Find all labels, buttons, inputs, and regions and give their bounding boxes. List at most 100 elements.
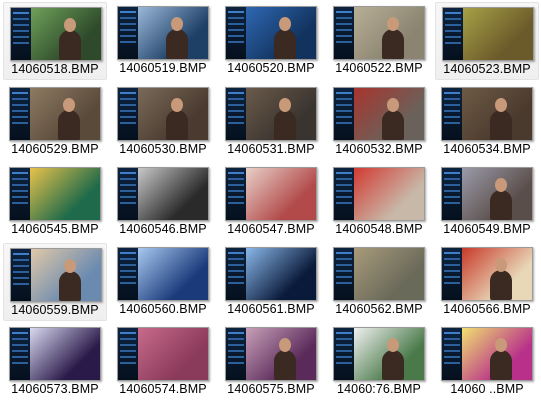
file-name[interactable]: 14060561.BMP	[219, 302, 323, 316]
file-thumbnail[interactable]	[9, 167, 101, 221]
file-thumbnail[interactable]	[442, 7, 534, 61]
file-item[interactable]: 14060519.BMP	[111, 2, 215, 80]
file-name[interactable]: 14060 ..BMP	[435, 382, 539, 396]
file-thumbnail[interactable]	[117, 247, 209, 301]
file-name[interactable]: 14060546.BMP	[111, 222, 215, 236]
file-name[interactable]: 14060545.BMP	[3, 222, 107, 236]
file-thumbnail[interactable]	[333, 327, 425, 381]
channel-menu-overlay	[10, 168, 30, 220]
channel-menu-overlay	[226, 7, 246, 59]
file-item[interactable]: 14060 ..BMP	[435, 323, 539, 401]
thumbnail-image	[29, 168, 100, 220]
file-name[interactable]: 14060534.BMP	[435, 142, 539, 156]
file-name[interactable]: 14060548.BMP	[327, 222, 431, 236]
thumbnail-image	[137, 248, 208, 300]
file-name[interactable]: 14060:76.BMP	[327, 382, 431, 396]
file-name[interactable]: 14060523.BMP	[436, 62, 538, 76]
file-item[interactable]: 14060545.BMP	[3, 163, 107, 241]
file-item[interactable]: 14060549.BMP	[435, 163, 539, 241]
file-item[interactable]: 14060547.BMP	[219, 163, 323, 241]
file-item[interactable]: 14060575.BMP	[219, 323, 323, 401]
channel-menu-overlay	[442, 248, 462, 300]
thumbnail-image	[29, 88, 100, 140]
thumbnail-image	[461, 88, 532, 140]
file-name[interactable]: 14060547.BMP	[219, 222, 323, 236]
file-thumbnail[interactable]	[441, 327, 533, 381]
file-name[interactable]: 14060566.BMP	[435, 302, 539, 316]
person-figure	[489, 258, 512, 300]
channel-menu-overlay	[226, 88, 246, 140]
file-thumbnail[interactable]	[117, 327, 209, 381]
file-item[interactable]: 14060:76.BMP	[327, 323, 431, 401]
file-thumbnail[interactable]	[10, 7, 102, 61]
file-name[interactable]: 14060529.BMP	[3, 142, 107, 156]
file-item[interactable]: 14060532.BMP	[327, 83, 431, 161]
file-item[interactable]: 14060520.BMP	[219, 2, 323, 80]
file-thumbnail[interactable]	[333, 6, 425, 60]
file-thumbnail[interactable]	[9, 327, 101, 381]
file-name[interactable]: 14060559.BMP	[4, 303, 106, 317]
channel-menu-overlay	[442, 168, 462, 220]
file-thumbnail[interactable]	[225, 87, 317, 141]
file-thumbnail[interactable]	[333, 87, 425, 141]
channel-menu-overlay	[443, 8, 463, 60]
file-item[interactable]: 14060566.BMP	[435, 243, 539, 321]
person-figure	[489, 338, 512, 380]
file-item[interactable]: 14060562.BMP	[327, 243, 431, 321]
file-item[interactable]: 14060530.BMP	[111, 83, 215, 161]
file-thumbnail[interactable]	[441, 167, 533, 221]
file-item[interactable]: 14060574.BMP	[111, 323, 215, 401]
channel-menu-overlay	[10, 88, 30, 140]
file-name[interactable]: 14060562.BMP	[327, 302, 431, 316]
file-thumbnail[interactable]	[225, 247, 317, 301]
file-thumbnail[interactable]	[333, 167, 425, 221]
channel-menu-overlay	[334, 7, 354, 59]
channel-menu-overlay	[442, 88, 462, 140]
file-name[interactable]: 14060532.BMP	[327, 142, 431, 156]
file-item[interactable]: 14060522.BMP	[327, 2, 431, 80]
thumbnail-image	[245, 328, 316, 380]
file-item[interactable]: 14060546.BMP	[111, 163, 215, 241]
file-name[interactable]: 14060518.BMP	[4, 62, 106, 76]
file-name[interactable]: 14060573.BMP	[3, 382, 107, 396]
file-item[interactable]: 14060531.BMP	[219, 83, 323, 161]
thumbnail-image	[245, 88, 316, 140]
file-name[interactable]: 14060549.BMP	[435, 222, 539, 236]
file-thumbnail[interactable]	[441, 87, 533, 141]
file-name[interactable]: 14060522.BMP	[327, 61, 431, 75]
thumbnail-image	[462, 8, 533, 60]
file-thumbnail[interactable]	[225, 6, 317, 60]
file-thumbnail[interactable]	[117, 6, 209, 60]
file-thumbnail[interactable]	[9, 87, 101, 141]
file-name[interactable]: 14060560.BMP	[111, 302, 215, 316]
file-thumbnail[interactable]	[225, 327, 317, 381]
file-thumbnail[interactable]	[441, 247, 533, 301]
file-name[interactable]: 14060520.BMP	[219, 61, 323, 75]
file-thumbnail[interactable]	[333, 247, 425, 301]
file-item[interactable]: 14060560.BMP	[111, 243, 215, 321]
file-name[interactable]: 14060519.BMP	[111, 61, 215, 75]
file-thumbnail[interactable]	[117, 87, 209, 141]
person-figure	[489, 98, 512, 140]
channel-menu-overlay	[11, 249, 31, 301]
thumbnail-image	[30, 249, 101, 301]
file-item[interactable]: 14060523.BMP	[435, 2, 539, 80]
thumbnail-image	[30, 8, 101, 60]
file-name[interactable]: 14060574.BMP	[111, 382, 215, 396]
file-item[interactable]: 14060518.BMP	[3, 2, 107, 80]
file-item[interactable]: 14060573.BMP	[3, 323, 107, 401]
person-figure	[381, 17, 404, 59]
file-thumbnail[interactable]	[117, 167, 209, 221]
file-thumbnail[interactable]	[10, 248, 102, 302]
file-name[interactable]: 14060530.BMP	[111, 142, 215, 156]
file-item[interactable]: 14060548.BMP	[327, 163, 431, 241]
thumbnail-image	[353, 168, 424, 220]
file-item[interactable]: 14060561.BMP	[219, 243, 323, 321]
file-name[interactable]: 14060575.BMP	[219, 382, 323, 396]
file-name[interactable]: 14060531.BMP	[219, 142, 323, 156]
file-item[interactable]: 14060534.BMP	[435, 83, 539, 161]
file-thumbnail[interactable]	[225, 167, 317, 221]
person-figure	[381, 338, 404, 380]
file-item[interactable]: 14060529.BMP	[3, 83, 107, 161]
file-item[interactable]: 14060559.BMP	[3, 243, 107, 321]
